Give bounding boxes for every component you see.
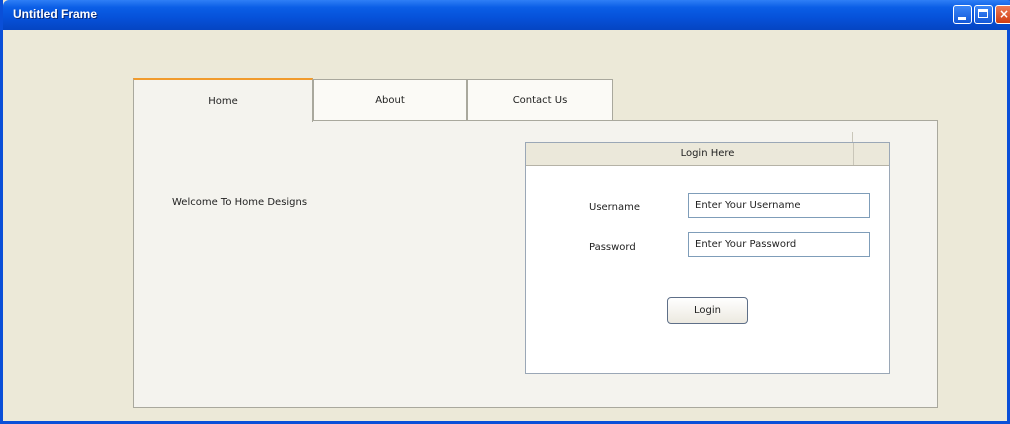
welcome-text: Welcome To Home Designs bbox=[172, 197, 308, 208]
tab-contact-us[interactable]: Contact Us bbox=[467, 79, 613, 121]
title-bar[interactable]: Untitled Frame × bbox=[3, 0, 1010, 30]
close-icon: × bbox=[998, 7, 1010, 21]
header-divider bbox=[853, 143, 854, 165]
login-panel: Login Here bbox=[525, 142, 890, 374]
close-button[interactable]: × bbox=[995, 5, 1010, 24]
maximize-icon bbox=[978, 9, 988, 18]
header-divider-tick bbox=[852, 132, 853, 142]
maximize-button[interactable] bbox=[974, 5, 993, 24]
login-button[interactable]: Login bbox=[667, 297, 748, 324]
username-label: Username bbox=[589, 202, 640, 213]
minimize-icon bbox=[958, 17, 966, 20]
tab-home[interactable]: Home bbox=[133, 78, 313, 122]
minimize-button[interactable] bbox=[953, 5, 972, 24]
window-title: Untitled Frame bbox=[13, 7, 98, 21]
tab-about[interactable]: About bbox=[313, 79, 467, 121]
password-label: Password bbox=[589, 242, 636, 253]
username-input[interactable] bbox=[688, 193, 870, 218]
login-panel-header: Login Here bbox=[526, 143, 889, 166]
password-input[interactable] bbox=[688, 232, 870, 257]
